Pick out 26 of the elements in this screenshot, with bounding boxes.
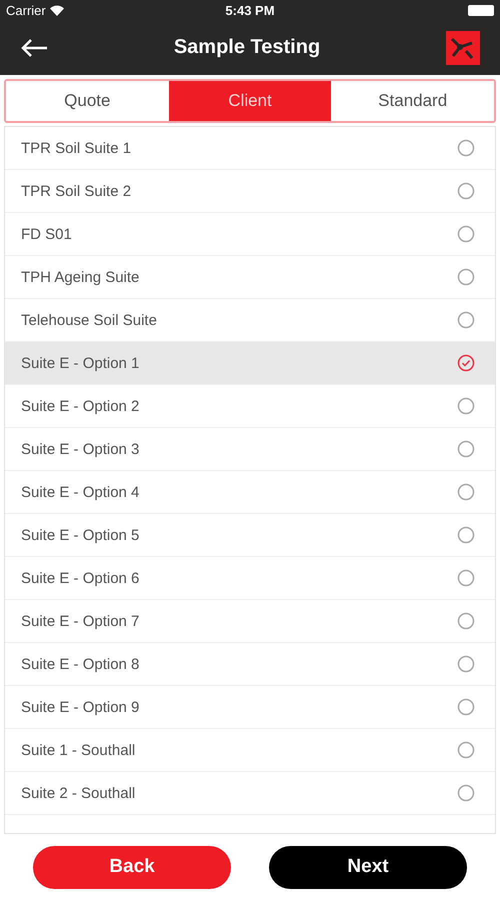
suite-label: Suite E - Option 5 [21, 526, 140, 544]
suite-label: Suite 1 - Southall [21, 742, 136, 758]
suite-label: Suite E - Option 6 [21, 570, 140, 586]
wifi-icon [50, 4, 64, 16]
suite-label: TPR Soil Suite 1 [21, 140, 132, 156]
next-button[interactable]: Next [269, 846, 467, 888]
suite-label: TPR Soil Suite 2 [21, 182, 132, 200]
suite-label: Suite E - Option 1 [21, 354, 140, 372]
suite-label: Suite E - Option 2 [21, 398, 140, 414]
suite-label: Suite E - Option 3 [21, 440, 140, 458]
suite-label: Suite E - Option 4 [21, 484, 140, 500]
suite-label: Suite E - Option 9 [21, 698, 140, 716]
logo-icon [446, 30, 480, 64]
carrier-label: Carrier [6, 2, 46, 18]
suite-label: TPH Ageing Suite [21, 268, 140, 286]
back-arrow-button[interactable] [20, 38, 48, 58]
suite-label: Suite E - Option 8 [21, 656, 140, 672]
suite-label: Telehouse Soil Suite [21, 312, 157, 328]
suite-list-item[interactable]: Suite E - Option 1 [5, 342, 495, 385]
clock-time: 5:43 PM [225, 2, 275, 18]
battery-icon [468, 4, 494, 16]
suite-label: Suite 2 - Southall [21, 784, 136, 802]
back-button[interactable]: Back [33, 846, 231, 888]
suite-label: FD S01 [21, 226, 72, 242]
screen-title: Sample Testing [174, 36, 320, 59]
suite-label: Suite E - Option 7 [21, 612, 140, 630]
